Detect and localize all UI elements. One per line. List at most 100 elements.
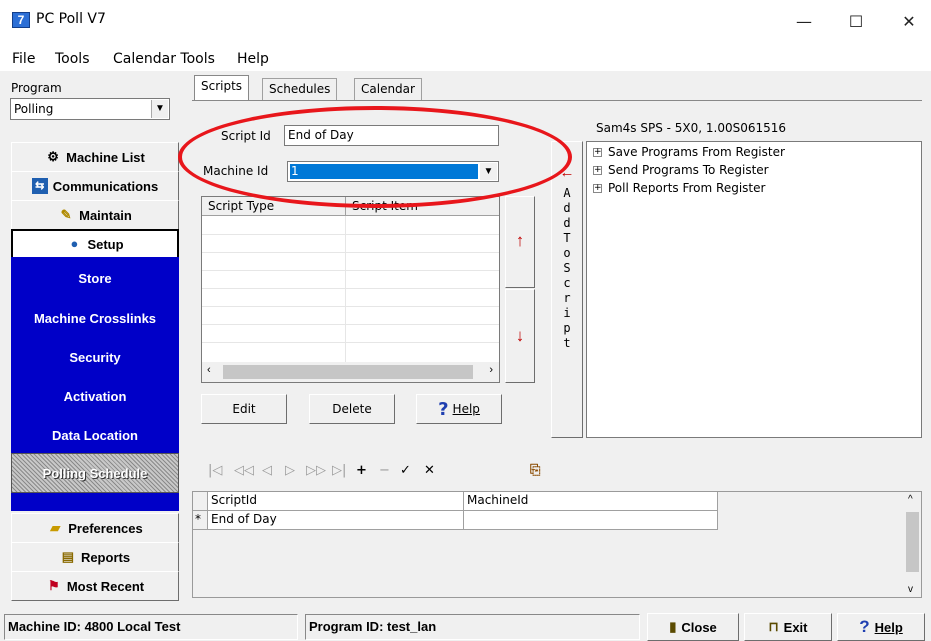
- globe-icon: ●: [70, 236, 79, 251]
- arrow-down-icon: ↓: [515, 326, 525, 345]
- add-to-script-button[interactable]: ← A d d T o S c r i p t: [551, 141, 583, 438]
- help-icon: ?: [859, 617, 870, 636]
- row-indicator: *: [193, 511, 208, 530]
- scripts-grid[interactable]: ScriptId MachineId * End of Day ^ v: [192, 491, 922, 598]
- move-down-button[interactable]: ↓: [505, 289, 535, 383]
- next-page-icon[interactable]: ▷▷: [306, 463, 326, 478]
- insert-record-icon[interactable]: +: [356, 463, 367, 478]
- exit-button[interactable]: ⊓ Exit: [744, 613, 832, 641]
- script-grid[interactable]: Script Type Script Item ‹ ›: [201, 196, 500, 383]
- nav-label: Communications: [52, 178, 159, 194]
- tree-item-label: Save Programs From Register: [608, 145, 785, 159]
- expand-icon[interactable]: +: [593, 147, 602, 157]
- tree-item[interactable]: + Poll Reports From Register: [593, 181, 765, 195]
- menu-bar: File Tools Calendar Tools Help: [0, 47, 931, 71]
- submenu-polling-schedule[interactable]: Polling Schedule: [11, 453, 179, 493]
- cancel-record-icon[interactable]: ✕: [424, 463, 435, 478]
- menu-help[interactable]: Help: [237, 51, 269, 67]
- help-label: Help: [452, 402, 480, 416]
- submenu-label: Polling Schedule: [42, 465, 148, 481]
- tab-scripts[interactable]: Scripts: [194, 75, 250, 101]
- grid-cell[interactable]: [464, 511, 718, 530]
- nav-machine-list[interactable]: ⚙ Machine List: [11, 142, 179, 172]
- export-icon[interactable]: ⎘: [530, 463, 540, 478]
- gear-icon: ⚙: [47, 149, 59, 164]
- column-header[interactable]: Script Type: [208, 199, 274, 213]
- tree-item[interactable]: + Save Programs From Register: [593, 145, 785, 159]
- menu-tools[interactable]: Tools: [55, 51, 90, 67]
- grid-cell[interactable]: End of Day: [208, 511, 464, 530]
- submenu-activation[interactable]: Activation: [11, 389, 179, 404]
- nav-maintain[interactable]: ✎ Maintain: [11, 200, 179, 230]
- nav-setup[interactable]: ● Setup: [11, 229, 179, 259]
- submenu-data-location[interactable]: Data Location: [11, 428, 179, 443]
- script-id-input[interactable]: End of Day: [284, 125, 499, 146]
- scroll-up-icon[interactable]: ^: [908, 494, 913, 505]
- menu-file[interactable]: File: [12, 51, 35, 67]
- scroll-left-icon[interactable]: ‹: [207, 364, 211, 376]
- help-icon: ?: [438, 398, 449, 420]
- submenu-machine-crosslinks[interactable]: Machine Crosslinks: [11, 311, 179, 326]
- vertical-scrollbar[interactable]: ^ v: [904, 492, 921, 597]
- close-icon: ▮: [669, 619, 677, 634]
- chevron-down-icon[interactable]: ▼: [151, 100, 168, 118]
- delete-button[interactable]: Delete: [309, 394, 395, 424]
- horizontal-scrollbar[interactable]: ‹ ›: [202, 362, 499, 382]
- prior-record-icon[interactable]: ◁: [262, 463, 272, 478]
- delete-label: Delete: [332, 402, 372, 416]
- script-tree[interactable]: + Save Programs From Register + Send Pro…: [586, 141, 922, 438]
- submenu-security[interactable]: Security: [11, 350, 179, 365]
- tree-item-label: Poll Reports From Register: [608, 181, 766, 195]
- tab-schedules[interactable]: Schedules: [262, 78, 338, 100]
- help-button[interactable]: ? Help: [416, 394, 502, 424]
- close-button[interactable]: ▮ Close: [647, 613, 739, 641]
- grid-line: [202, 324, 499, 325]
- submenu-store[interactable]: Store: [11, 271, 179, 286]
- minimize-button[interactable]: —: [788, 8, 820, 36]
- nav-preferences[interactable]: ▰ Preferences: [11, 513, 179, 543]
- program-select[interactable]: Polling ▼: [10, 98, 170, 120]
- post-record-icon[interactable]: ✓: [400, 463, 411, 478]
- expand-icon[interactable]: +: [593, 165, 602, 175]
- first-record-icon[interactable]: |◁: [208, 463, 222, 478]
- scroll-down-icon[interactable]: v: [908, 584, 913, 595]
- network-icon: ⇆: [31, 178, 48, 194]
- tree-item[interactable]: + Send Programs To Register: [593, 163, 769, 177]
- maximize-button[interactable]: ☐: [840, 8, 872, 36]
- column-header[interactable]: MachineId: [464, 492, 718, 511]
- chevron-down-icon[interactable]: ▼: [480, 163, 497, 180]
- move-up-button[interactable]: ↑: [505, 196, 535, 288]
- column-divider: [345, 216, 346, 362]
- nav-reports[interactable]: ▤ Reports: [11, 542, 179, 572]
- tab-calendar[interactable]: Calendar: [354, 78, 422, 100]
- edit-label: Edit: [232, 402, 256, 416]
- column-header[interactable]: ScriptId: [208, 492, 464, 511]
- next-record-icon[interactable]: ▷: [285, 463, 295, 478]
- tree-title: Sam4s SPS - 5X0, 1.00S061516: [596, 121, 787, 135]
- machine-id-select[interactable]: 1 ▼: [287, 161, 499, 182]
- grid-line: [202, 270, 499, 271]
- machine-id-status: Machine ID: 4800 Local Test: [4, 614, 298, 640]
- expand-icon[interactable]: +: [593, 183, 602, 193]
- delete-record-icon[interactable]: −: [379, 463, 390, 478]
- last-record-icon[interactable]: ▷|: [332, 463, 346, 478]
- scroll-right-icon[interactable]: ›: [489, 364, 493, 376]
- folder-icon: ▰: [50, 520, 61, 535]
- nav-label: Maintain: [79, 207, 132, 223]
- add-to-script-text: A d d T o S c r i p t: [563, 186, 571, 350]
- prior-page-icon[interactable]: ◁◁: [234, 463, 254, 478]
- scroll-thumb[interactable]: [223, 365, 473, 379]
- edit-button[interactable]: Edit: [201, 394, 287, 424]
- menu-calendar-tools[interactable]: Calendar Tools: [113, 51, 215, 67]
- column-header[interactable]: Script Item: [352, 199, 418, 213]
- status-help-button[interactable]: ? Help: [837, 613, 925, 641]
- scroll-thumb[interactable]: [906, 512, 919, 572]
- grid-line: [202, 342, 499, 343]
- close-window-button[interactable]: ✕: [893, 8, 925, 36]
- setup-submenu: Store Machine Crosslinks Security Activa…: [11, 257, 179, 511]
- help-label: Help: [874, 619, 903, 635]
- nav-communications[interactable]: ⇆ Communications: [11, 171, 179, 201]
- arrow-left-icon: ←: [559, 164, 575, 181]
- script-grid-header: Script Type Script Item: [202, 197, 499, 216]
- nav-most-recent[interactable]: ⚑ Most Recent: [11, 571, 179, 601]
